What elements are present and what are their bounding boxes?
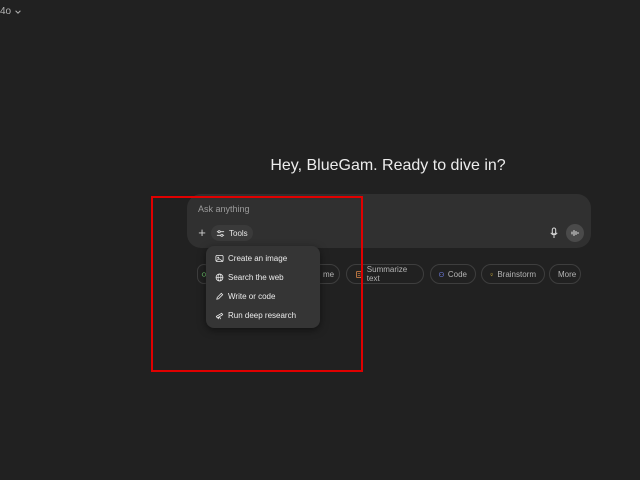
chip-label: Summarize text <box>366 265 408 283</box>
waveform-icon <box>571 230 579 236</box>
suggestion-chip-more[interactable]: More <box>549 264 581 284</box>
lightbulb-icon <box>490 272 493 276</box>
voice-mode-button[interactable] <box>566 224 584 242</box>
microphone-icon[interactable] <box>548 227 560 239</box>
model-selector[interactable]: 4o <box>0 6 22 17</box>
chevron-down-icon <box>15 9 21 14</box>
model-label: 4o <box>0 6 12 17</box>
chip-label: Code <box>447 269 467 279</box>
chip-label: More <box>558 269 577 279</box>
chip-label: Brainstorm <box>497 269 536 279</box>
page-title: Hey, BlueGam. Ready to dive in? <box>270 157 506 174</box>
annotation-highlight-box <box>151 196 363 372</box>
suggestion-chip-code[interactable]: Code <box>430 264 476 284</box>
suggestion-chip-brainstorm[interactable]: Brainstorm <box>481 264 545 284</box>
code-icon <box>439 271 444 277</box>
